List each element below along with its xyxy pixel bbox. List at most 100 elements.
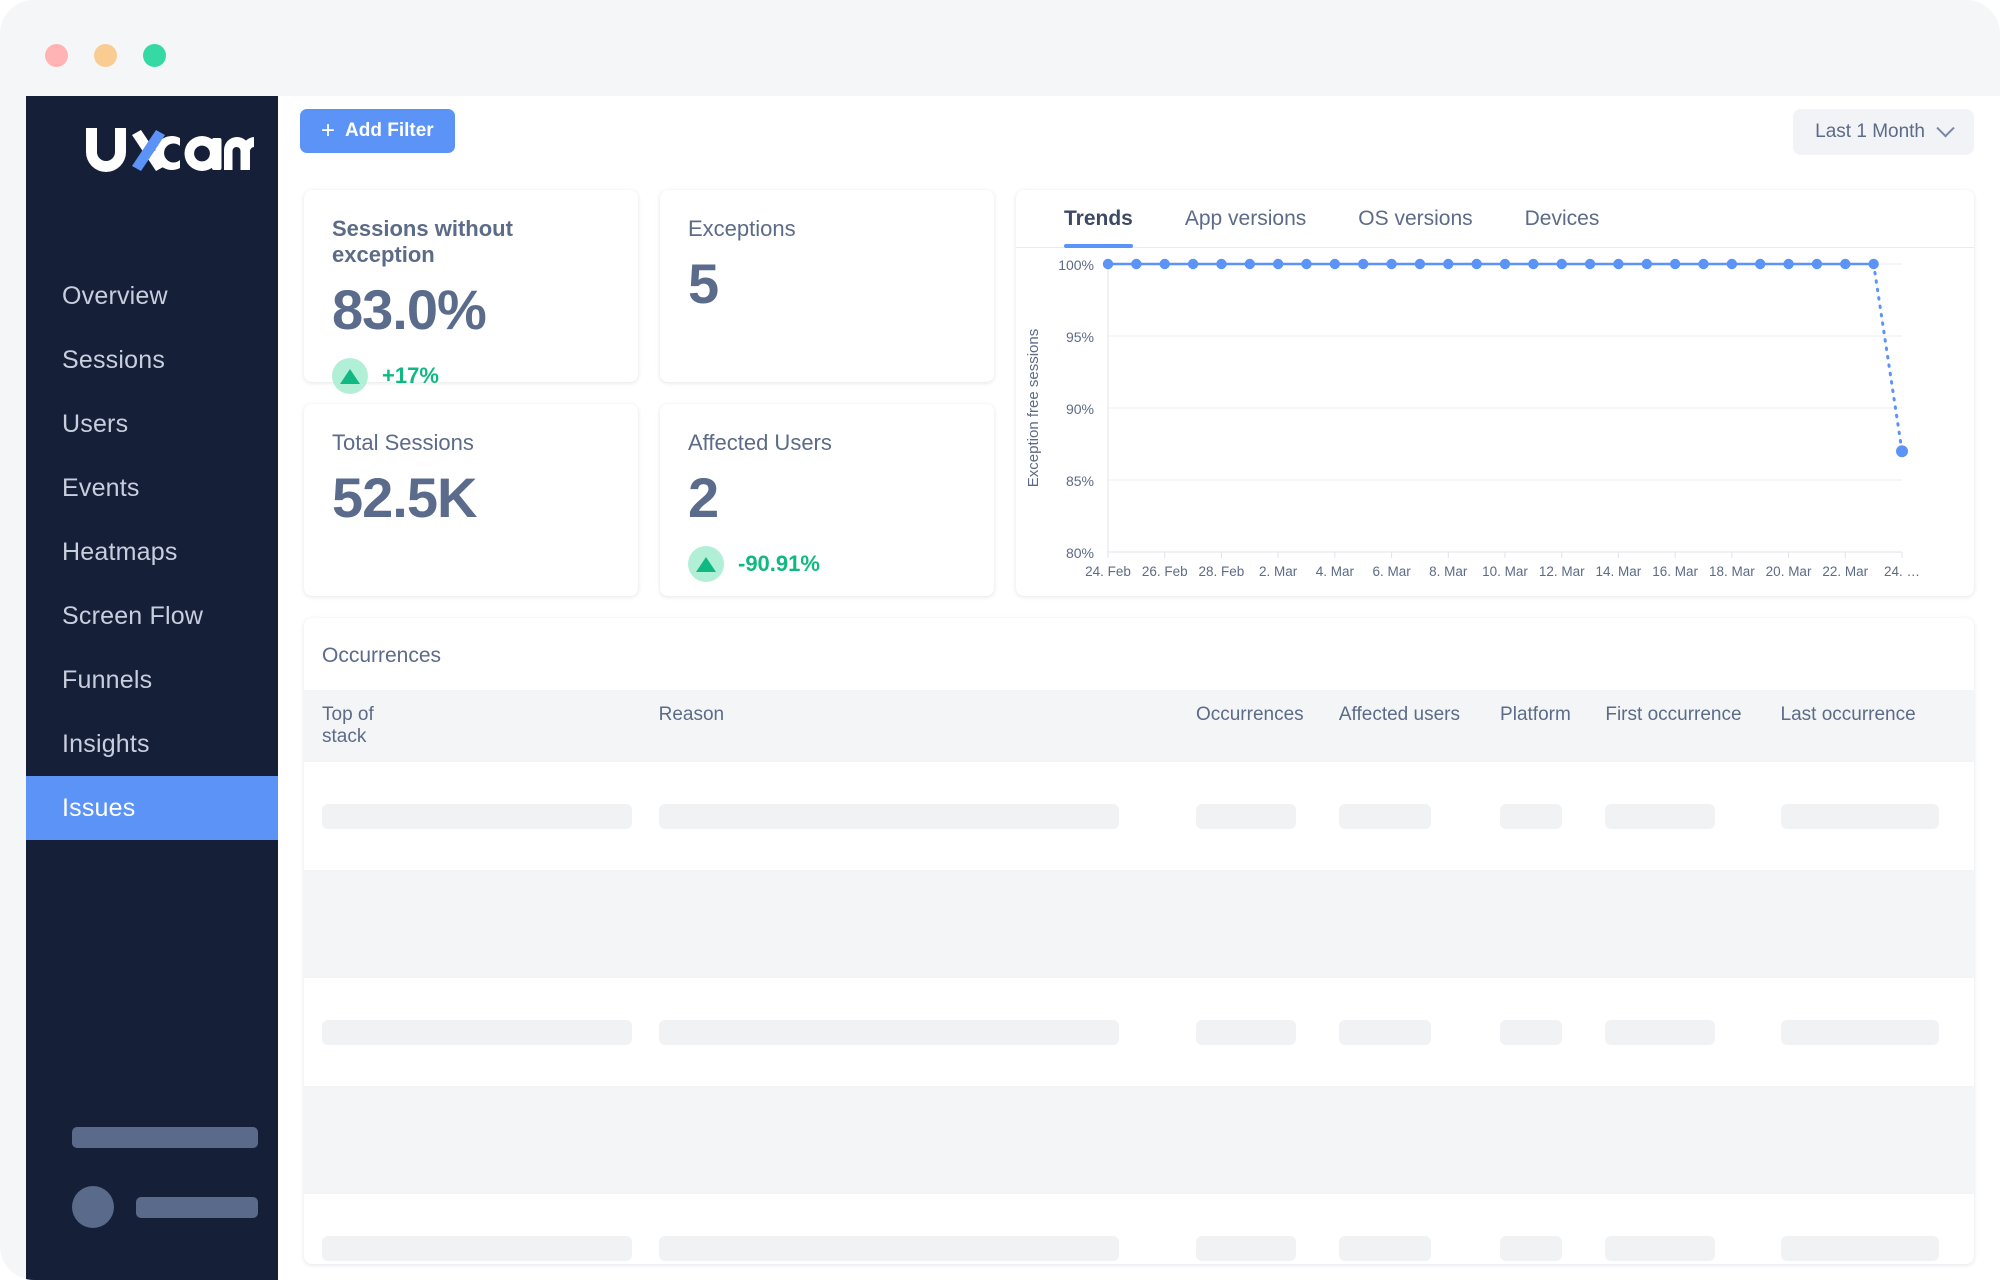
- svg-text:2. Mar: 2. Mar: [1259, 564, 1298, 579]
- table-cell: [1605, 762, 1780, 870]
- date-range-selector[interactable]: Last 1 Month: [1793, 109, 1974, 155]
- column-header-reason[interactable]: Reason: [659, 690, 1196, 762]
- table-cell: [659, 1194, 1196, 1264]
- table-cell: [1196, 1194, 1339, 1264]
- table-cell: [1500, 870, 1605, 978]
- column-header-last-occurrence[interactable]: Last occurrence: [1781, 690, 1974, 762]
- sidebar-item-heatmaps[interactable]: Heatmaps: [26, 520, 278, 584]
- column-header-label: Affected users: [1339, 704, 1460, 725]
- table-cell: [1781, 870, 1974, 978]
- kpi-value: 52.5K: [332, 468, 610, 528]
- occurrences-table: Top of stack Reason Occurrences Affected…: [304, 690, 1974, 1264]
- table-cell: [1339, 1086, 1500, 1194]
- uxcam-logo[interactable]: [84, 122, 254, 182]
- cell-loading-placeholder: [1339, 804, 1431, 829]
- table-cell: [1781, 978, 1974, 1086]
- column-header-first-occurrence[interactable]: First occurrence: [1605, 690, 1780, 762]
- column-header-label: Occurrences: [1196, 704, 1304, 725]
- tab-label: App versions: [1185, 207, 1306, 231]
- column-header-occurrences[interactable]: Occurrences: [1196, 690, 1339, 762]
- cell-loading-placeholder: [1781, 912, 1939, 937]
- table-cell: [1605, 978, 1780, 1086]
- sidebar-item-label: Funnels: [62, 666, 152, 695]
- cell-loading-placeholder: [1605, 804, 1715, 829]
- exception-free-sessions-chart[interactable]: 80%85%90%95%100%Exception free sessions2…: [1016, 248, 1974, 596]
- maximize-window-icon[interactable]: [143, 44, 166, 67]
- table-cell: [1196, 1086, 1339, 1194]
- sidebar-item-overview[interactable]: Overview: [26, 264, 278, 328]
- svg-text:16. Mar: 16. Mar: [1652, 564, 1698, 579]
- table-cell: [1781, 1086, 1974, 1194]
- cell-loading-placeholder: [1781, 1128, 1939, 1153]
- minimize-window-icon[interactable]: [94, 44, 117, 67]
- cell-loading-placeholder: [1339, 1236, 1431, 1261]
- table-cell: [1500, 978, 1605, 1086]
- sidebar-item-label: Insights: [62, 730, 150, 759]
- sidebar-item-label: Overview: [62, 282, 168, 311]
- svg-text:14. Mar: 14. Mar: [1596, 564, 1642, 579]
- sidebar-item-events[interactable]: Events: [26, 456, 278, 520]
- sidebar-item-funnels[interactable]: Funnels: [26, 648, 278, 712]
- kpi-card-total-sessions: Total Sessions 52.5K: [304, 404, 638, 596]
- cell-loading-placeholder: [1339, 1128, 1431, 1153]
- topbar: + Add Filter Last 1 Month: [278, 96, 2000, 168]
- table-row[interactable]: [304, 762, 1974, 870]
- sidebar-item-insights[interactable]: Insights: [26, 712, 278, 776]
- svg-text:10. Mar: 10. Mar: [1482, 564, 1528, 579]
- sidebar-user-row[interactable]: [72, 1186, 278, 1228]
- trend-up-badge: [688, 546, 724, 582]
- sidebar-item-screen-flow[interactable]: Screen Flow: [26, 584, 278, 648]
- sidebar-footer-placeholder-bar: [72, 1127, 258, 1148]
- sidebar-item-label: Issues: [62, 794, 135, 823]
- column-header-label: Platform: [1500, 704, 1571, 725]
- cell-loading-placeholder: [1500, 912, 1562, 937]
- svg-text:20. Mar: 20. Mar: [1766, 564, 1812, 579]
- svg-text:95%: 95%: [1066, 329, 1094, 345]
- table-row[interactable]: [304, 1086, 1974, 1194]
- table-cell: [304, 870, 659, 978]
- column-header-label: Top of stack: [322, 704, 374, 747]
- kpi-column-1: Sessions without exception 83.0% +17% To…: [304, 190, 638, 596]
- table-body: [304, 762, 1974, 1264]
- column-header-label: First occurrence: [1605, 704, 1741, 725]
- chevron-down-icon: [1936, 119, 1954, 137]
- close-window-icon[interactable]: [45, 44, 68, 67]
- avatar: [72, 1186, 114, 1228]
- sidebar-item-label: Screen Flow: [62, 602, 203, 631]
- table-row[interactable]: [304, 870, 1974, 978]
- kpi-value: 2: [688, 468, 966, 528]
- sidebar-item-label: Users: [62, 410, 128, 439]
- column-header-affected-users[interactable]: Affected users: [1339, 690, 1500, 762]
- column-header-top-of-stack[interactable]: Top of stack: [304, 690, 659, 762]
- cell-loading-placeholder: [1781, 1020, 1939, 1045]
- svg-text:4. Mar: 4. Mar: [1316, 564, 1355, 579]
- kpi-delta: -90.91%: [688, 546, 966, 582]
- table-cell: [304, 978, 659, 1086]
- cell-loading-placeholder: [1605, 1020, 1715, 1045]
- column-header-platform[interactable]: Platform: [1500, 690, 1605, 762]
- cell-loading-placeholder: [322, 1128, 632, 1153]
- tab-app-versions[interactable]: App versions: [1159, 190, 1332, 248]
- svg-text:Exception free sessions: Exception free sessions: [1025, 329, 1042, 487]
- table-row[interactable]: [304, 1194, 1974, 1264]
- sidebar-item-issues[interactable]: Issues: [26, 776, 278, 840]
- cell-loading-placeholder: [322, 804, 632, 829]
- tab-os-versions[interactable]: OS versions: [1332, 190, 1498, 248]
- triangle-up-icon: [340, 369, 360, 384]
- svg-text:8. Mar: 8. Mar: [1429, 564, 1468, 579]
- table-row[interactable]: [304, 978, 1974, 1086]
- sidebar-item-sessions[interactable]: Sessions: [26, 328, 278, 392]
- kpi-label: Sessions without exception: [332, 216, 610, 268]
- table-cell: [1605, 870, 1780, 978]
- tab-devices[interactable]: Devices: [1499, 190, 1626, 248]
- trend-up-badge: [332, 358, 368, 394]
- table-cell: [1196, 762, 1339, 870]
- kpi-delta: +17%: [332, 358, 610, 394]
- add-filter-button[interactable]: + Add Filter: [300, 109, 455, 153]
- table-cell: [304, 762, 659, 870]
- tab-trends[interactable]: Trends: [1038, 190, 1159, 248]
- sidebar-item-users[interactable]: Users: [26, 392, 278, 456]
- table-cell: [659, 978, 1196, 1086]
- cell-loading-placeholder: [1605, 1236, 1715, 1261]
- cell-loading-placeholder: [1781, 804, 1939, 829]
